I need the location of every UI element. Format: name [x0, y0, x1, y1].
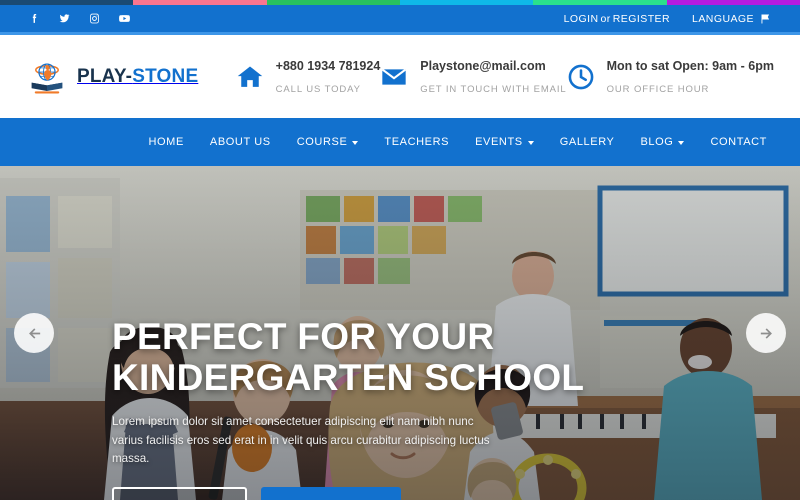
playstone-globe-book-logo-icon: [26, 56, 68, 98]
social-links: [28, 12, 131, 25]
strip-segment-2: [133, 0, 267, 5]
hero-carousel: PERFECT FOR YOUR KINDERGARTEN SCHOOL Lor…: [0, 166, 800, 500]
strip-segment-4: [399, 0, 534, 5]
login-register-group[interactable]: LOGIN or REGISTER: [564, 13, 670, 25]
hero-title-line1: PERFECT FOR YOUR: [112, 316, 495, 357]
arrow-right-icon: [760, 327, 772, 339]
topbar-actions: LOGIN or REGISTER LANGUAGE: [564, 13, 772, 25]
contact-phone-label: CALL US TODAY: [275, 83, 361, 95]
nav-item-course[interactable]: COURSE: [284, 136, 372, 148]
nav-item-gallery[interactable]: GALLERY: [547, 136, 628, 148]
nav-label-blog: BLOG: [640, 136, 674, 148]
contact-email[interactable]: Playstone@mail.com GET IN TOUCH WITH EMA…: [380, 55, 566, 98]
site-header: PLAY-STONE +880 1934 781924 CALL US TODA…: [0, 35, 800, 118]
brand-text-stone: STONE: [132, 65, 199, 87]
nav-label-events: EVENTS: [475, 136, 523, 148]
carousel-prev-button[interactable]: [14, 313, 54, 353]
contact-hours-label: OUR OFFICE HOUR: [606, 83, 710, 95]
nav-item-home[interactable]: HOME: [135, 136, 196, 148]
contact-hours-value: Mon to sat Open: 9am - 6pm: [606, 58, 774, 73]
home-icon: [236, 63, 264, 91]
twitter-icon[interactable]: [58, 12, 71, 25]
login-or-text: or: [600, 12, 611, 25]
nav-item-about-us[interactable]: ABOUT US: [197, 136, 284, 148]
clock-icon: [567, 63, 595, 91]
nav-label-contact: CONTACT: [710, 136, 767, 148]
view-course-button[interactable]: VIEW COURSE: [260, 487, 402, 500]
register-link[interactable]: REGISTER: [613, 13, 670, 25]
carousel-next-button[interactable]: [746, 313, 786, 353]
youtube-icon[interactable]: [118, 12, 131, 25]
chevron-down-icon: [678, 141, 685, 145]
main-navigation: HOME ABOUT US COURSE TEACHERS EVENTS GAL…: [0, 118, 800, 166]
contact-email-label: GET IN TOUCH WITH EMAIL: [420, 83, 567, 95]
top-bar: LOGIN or REGISTER LANGUAGE: [0, 5, 800, 35]
nav-label-about-us: ABOUT US: [209, 136, 271, 148]
top-color-strip: [0, 0, 800, 5]
brand-wordmark: PLAY-STONE: [77, 66, 198, 88]
flag-icon: [761, 13, 770, 24]
nav-item-teachers[interactable]: TEACHERS: [371, 136, 462, 148]
hero-buttons: LEARN MORE VIEW COURSE: [112, 487, 740, 500]
arrow-left-icon: [28, 327, 40, 339]
brand-text-play: PLAY-: [77, 65, 133, 87]
chevron-down-icon: [352, 141, 359, 145]
strip-segment-1: [0, 0, 134, 5]
learn-more-button[interactable]: LEARN MORE: [112, 487, 247, 500]
strip-segment-3: [266, 0, 400, 5]
contact-phone-value: +880 1934 781924: [275, 58, 381, 73]
hero-title: PERFECT FOR YOUR KINDERGARTEN SCHOOL: [112, 316, 740, 399]
header-contact-info: +880 1934 781924 CALL US TODAY Playstone…: [228, 55, 774, 98]
nav-label-teachers: TEACHERS: [384, 136, 450, 148]
nav-label-course: COURSE: [296, 136, 348, 148]
chevron-down-icon: [527, 141, 534, 145]
contact-phone[interactable]: +880 1934 781924 CALL US TODAY: [236, 55, 381, 98]
login-link[interactable]: LOGIN: [564, 13, 599, 25]
strip-segment-5: [533, 0, 667, 5]
nav-item-contact[interactable]: CONTACT: [697, 136, 780, 148]
contact-email-value: Playstone@mail.com: [420, 58, 546, 73]
strip-segment-6: [666, 0, 800, 5]
language-selector[interactable]: LANGUAGE: [692, 13, 772, 25]
nav-item-blog[interactable]: BLOG: [627, 136, 697, 148]
hero-description: Lorem ipsum dolor sit amet consectetuer …: [112, 414, 490, 466]
contact-hours[interactable]: Mon to sat Open: 9am - 6pm OUR OFFICE HO…: [567, 55, 774, 98]
hero-title-line2: KINDERGARTEN SCHOOL: [112, 357, 585, 399]
hero-content: PERFECT FOR YOUR KINDERGARTEN SCHOOL Lor…: [112, 316, 740, 500]
envelope-icon: [380, 63, 408, 91]
nav-item-events[interactable]: EVENTS: [462, 136, 547, 148]
nav-list: HOME ABOUT US COURSE TEACHERS EVENTS GAL…: [135, 136, 780, 148]
instagram-icon[interactable]: [88, 12, 101, 25]
nav-label-gallery: GALLERY: [559, 136, 615, 148]
nav-label-home: HOME: [148, 136, 184, 148]
language-label: LANGUAGE: [692, 12, 754, 25]
logo-link[interactable]: PLAY-STONE: [26, 56, 228, 98]
facebook-icon[interactable]: [28, 12, 41, 25]
